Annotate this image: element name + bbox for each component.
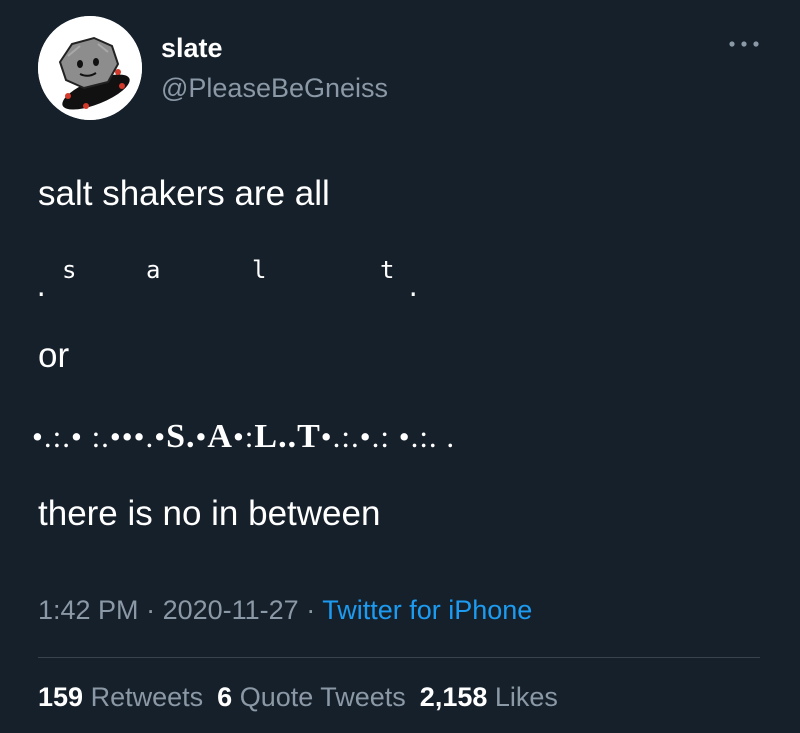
tweet-text-line: there is no in between bbox=[38, 494, 381, 533]
tweet-text-line: salt shakers are all bbox=[38, 174, 330, 213]
spaced-letter-s: s bbox=[62, 256, 77, 284]
divider bbox=[38, 657, 760, 658]
dotted-salt-word: •.:.• :.•••.•S.•A•:L..T•.:.•.: •.:. . bbox=[32, 418, 455, 456]
dotted-letter-s: S. bbox=[166, 418, 196, 455]
meta-separator: · bbox=[146, 595, 156, 625]
tweet-stats: 159 Retweets 6 Quote Tweets 2,158 Likes bbox=[38, 682, 558, 713]
spaced-letter-t: t bbox=[380, 256, 395, 284]
meta-separator: · bbox=[306, 595, 316, 625]
retweets-stat[interactable]: 159 Retweets bbox=[38, 682, 203, 712]
tweet-date[interactable]: 2020-11-27 bbox=[163, 595, 299, 625]
dotted-prefix: •.:.• :.•••.• bbox=[32, 419, 167, 454]
tweet-meta: 1:42 PM · 2020-11-27 · Twitter for iPhon… bbox=[38, 595, 532, 626]
more-options-icon[interactable] bbox=[726, 32, 762, 56]
retweets-label: Retweets bbox=[90, 682, 204, 712]
quote-tweets-stat[interactable]: 6 Quote Tweets bbox=[217, 682, 406, 712]
user-handle[interactable]: @PleaseBeGneiss bbox=[161, 73, 388, 104]
tweet-text-line: or bbox=[38, 336, 70, 375]
spaced-dot-right: . bbox=[406, 274, 421, 302]
tweet-time[interactable]: 1:42 PM bbox=[38, 595, 139, 625]
spaced-salt-word: . s a l t . bbox=[30, 246, 430, 306]
quotes-label: Quote Tweets bbox=[239, 682, 406, 712]
dotted-separator: •: bbox=[232, 419, 255, 454]
dotted-letter-l: L.. bbox=[254, 418, 298, 455]
likes-label: Likes bbox=[494, 682, 558, 712]
dotted-separator: • bbox=[195, 419, 208, 454]
display-name[interactable]: slate bbox=[161, 33, 223, 64]
likes-count: 2,158 bbox=[419, 682, 488, 712]
rock-avatar-icon bbox=[38, 16, 142, 120]
spaced-letter-a: a bbox=[146, 256, 161, 284]
spaced-dot-left: . bbox=[34, 274, 49, 302]
dotted-letter-a: A bbox=[207, 418, 233, 455]
likes-stat[interactable]: 2,158 Likes bbox=[420, 682, 558, 712]
dotted-suffix: •.:.•.: •.:. . bbox=[320, 419, 456, 454]
avatar[interactable] bbox=[38, 16, 142, 120]
quotes-count: 6 bbox=[217, 682, 233, 712]
dotted-letter-t: T bbox=[297, 418, 321, 455]
tweet-source-link[interactable]: Twitter for iPhone bbox=[322, 595, 532, 625]
spaced-letter-l: l bbox=[252, 256, 267, 284]
retweets-count: 159 bbox=[38, 682, 84, 712]
